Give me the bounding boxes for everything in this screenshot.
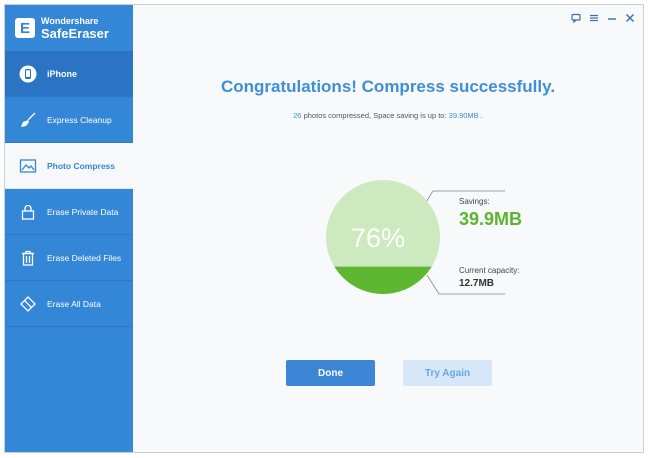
lock-icon <box>17 201 39 223</box>
capacity-value: 12.7MB <box>459 278 495 289</box>
sidebar-item-label: Express Cleanup <box>47 114 112 125</box>
sidebar-item-label: Photo Compress <box>47 160 116 171</box>
iphone-icon <box>17 63 39 85</box>
sidebar-item-express-cleanup[interactable]: Express Cleanup <box>5 97 133 143</box>
sidebar-item-iphone[interactable]: iPhone <box>5 51 133 97</box>
sidebar-item-label: Erase Deleted Files <box>47 252 122 263</box>
main-panel: Congratulations! Compress successfully. … <box>133 5 643 452</box>
space-saved: 39.90MB <box>448 111 479 120</box>
brand-top: Wondershare <box>41 15 99 26</box>
gauge-percent: 76% <box>351 223 405 253</box>
sidebar-item-photo-compress[interactable]: Photo Compress <box>5 143 133 189</box>
brand-name: SafeEraser <box>41 25 109 41</box>
sidebar: E Wondershare SafeEraser iPhone Express … <box>5 5 133 452</box>
sidebar-item-erase-all-data[interactable]: Erase All Data <box>5 281 133 327</box>
compression-gauge: 76% <box>326 180 440 294</box>
sidebar-item-label: Erase Private Data <box>47 206 119 217</box>
result-summary: 26 photos compressed, Space saving is up… <box>133 111 643 120</box>
sidebar-item-erase-private-data[interactable]: Erase Private Data <box>5 189 133 235</box>
sidebar-item-label: Erase All Data <box>47 298 101 309</box>
savings-value: 39.9MB <box>459 209 523 229</box>
savings-label: Savings: <box>459 197 490 206</box>
summary-end: . <box>478 111 483 120</box>
trash-icon <box>17 247 39 269</box>
capacity-label: Current capacity: <box>459 266 520 275</box>
page-title: Congratulations! Compress successfully. <box>220 77 556 96</box>
capacity-callout: Current capacity: 12.7MB <box>459 266 519 289</box>
gauge-remaining-fill <box>326 266 440 294</box>
done-button[interactable]: Done <box>286 360 375 386</box>
app-window: E Wondershare SafeEraser iPhone Express … <box>4 4 644 453</box>
eraser-icon <box>17 293 39 315</box>
try-again-button[interactable]: Try Again <box>403 360 492 386</box>
photo-icon <box>17 155 39 177</box>
summary-text: photos compressed, Space saving is up to… <box>301 111 449 120</box>
logo-text: Wondershare SafeEraser <box>41 15 109 41</box>
sidebar-item-erase-deleted-files[interactable]: Erase Deleted Files <box>5 235 133 281</box>
sidebar-item-label: iPhone <box>47 68 78 79</box>
logo-mark: E <box>15 18 35 38</box>
sidebar-nav: iPhone Express Cleanup Photo Compress Er… <box>5 51 133 327</box>
app-logo: E Wondershare SafeEraser <box>15 15 109 41</box>
broom-icon <box>17 109 39 131</box>
savings-callout: Savings: 39.9MB <box>459 197 522 230</box>
